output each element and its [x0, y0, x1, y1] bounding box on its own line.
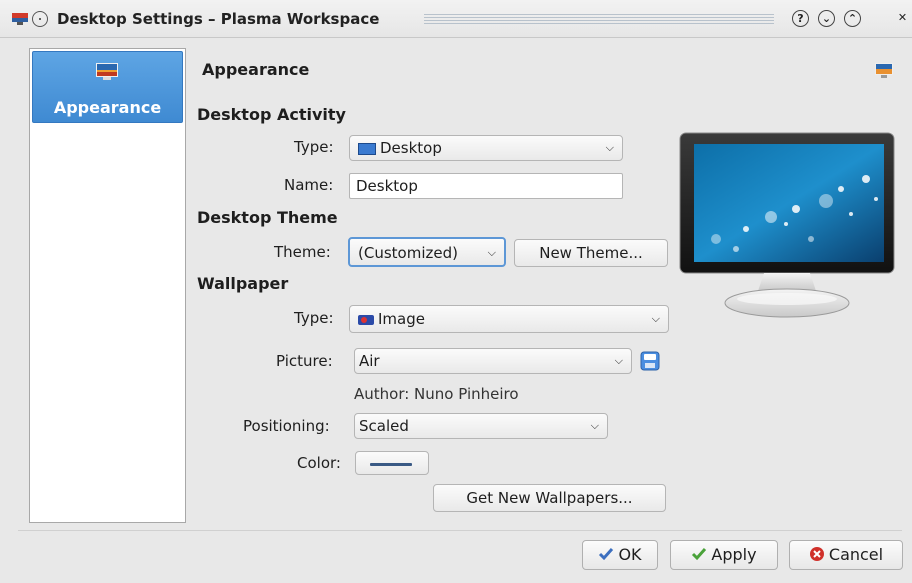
ok-label: OK: [618, 545, 642, 564]
color-label: Color:: [297, 454, 341, 472]
activity-type-value: Desktop: [380, 139, 442, 157]
chevron-down-icon: ⌵: [487, 246, 496, 259]
wallpaper-type-label: Type:: [294, 309, 334, 327]
section-wallpaper: Wallpaper: [197, 274, 289, 293]
sidebar-item-appearance[interactable]: Appearance: [32, 51, 183, 123]
minimize-button[interactable]: ⌄: [818, 10, 835, 27]
check-icon: [692, 548, 707, 561]
apply-button[interactable]: Apply: [670, 540, 778, 570]
chevron-down-icon: ⌵: [590, 419, 599, 432]
titlebar-decoration: [424, 14, 774, 24]
save-icon[interactable]: [640, 351, 660, 371]
cancel-button[interactable]: Cancel: [789, 540, 903, 570]
image-icon: [358, 314, 374, 325]
chevron-down-icon: ⌵: [614, 354, 623, 367]
positioning-label: Positioning:: [243, 417, 330, 435]
wallpaper-type-value: Image: [378, 310, 425, 328]
cancel-label: Cancel: [828, 545, 884, 564]
maximize-button[interactable]: ⌃: [844, 10, 861, 27]
sidebar: Appearance: [29, 48, 186, 523]
positioning-combo[interactable]: Scaled ⌵: [354, 413, 608, 439]
theme-label: Theme:: [274, 243, 331, 261]
new-theme-button[interactable]: New Theme...: [514, 239, 668, 267]
chevron-down-icon: ⌵: [651, 312, 660, 325]
activity-type-label: Type:: [294, 138, 334, 156]
theme-value: (Customized): [358, 244, 458, 262]
wallpaper-preview-monitor: [679, 132, 895, 318]
help-button[interactable]: ?: [792, 10, 809, 27]
page-title: Appearance: [202, 60, 310, 79]
color-swatch: [370, 463, 412, 466]
wallpaper-type-combo[interactable]: Image ⌵: [349, 305, 669, 333]
window-titlebar[interactable]: Desktop Settings – Plasma Workspace ? ⌄ …: [0, 0, 912, 38]
color-button[interactable]: [355, 451, 429, 475]
desktop-icon: [358, 142, 376, 155]
get-new-wallpapers-button[interactable]: Get New Wallpapers...: [433, 484, 666, 512]
app-icon[interactable]: [12, 13, 28, 25]
picture-combo[interactable]: Air ⌵: [354, 348, 632, 374]
picture-label: Picture:: [276, 352, 333, 370]
apply-label: Apply: [711, 545, 757, 564]
activity-name-label: Name:: [284, 176, 334, 194]
activity-name-field[interactable]: Desktop: [349, 173, 623, 199]
cancel-icon: [809, 547, 824, 561]
activity-type-combo[interactable]: Desktop ⌵: [349, 135, 623, 161]
window-title: Desktop Settings – Plasma Workspace: [57, 10, 380, 28]
picture-value: Air: [359, 352, 380, 370]
wallpaper-author: Author: Nuno Pinheiro: [354, 385, 519, 403]
section-desktop-activity: Desktop Activity: [197, 105, 346, 124]
ok-button[interactable]: OK: [582, 540, 658, 570]
check-icon: [599, 548, 614, 561]
desktop-icon: [96, 63, 118, 80]
positioning-value: Scaled: [359, 417, 409, 435]
section-desktop-theme: Desktop Theme: [197, 208, 338, 227]
close-button[interactable]: ✕: [894, 10, 911, 27]
chevron-down-icon: ⌵: [605, 141, 614, 154]
theme-combo[interactable]: (Customized) ⌵: [348, 237, 506, 267]
desktop-icon: [875, 63, 893, 78]
sidebar-item-label: Appearance: [53, 98, 162, 117]
sticky-icon[interactable]: [32, 11, 48, 27]
footer-separator: [18, 530, 902, 531]
